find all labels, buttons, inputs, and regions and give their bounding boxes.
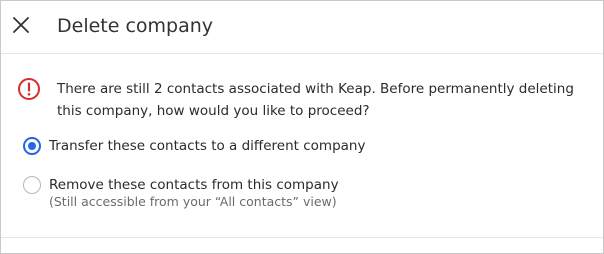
warning-icon-wrapper	[17, 77, 41, 101]
delete-company-dialog: Delete company There are still 2 contact…	[0, 0, 604, 254]
warning-message: There are still 2 contacts associated wi…	[57, 81, 574, 119]
radio-transfer-contacts[interactable]	[23, 137, 41, 155]
alert-circle-icon	[18, 78, 40, 100]
close-button[interactable]	[11, 15, 31, 35]
option-remove-label[interactable]: Remove these contacts from this company	[49, 176, 339, 194]
close-icon[interactable]	[11, 15, 31, 35]
option-remove-sublabel: (Still accessible from your “All contact…	[49, 194, 337, 209]
option-transfer-label[interactable]: Transfer these contacts to a different c…	[49, 137, 365, 155]
dialog-header: Delete company	[1, 1, 603, 54]
footer-divider	[1, 237, 603, 238]
radio-remove-contacts[interactable]	[23, 176, 41, 194]
dialog-title: Delete company	[57, 15, 214, 37]
